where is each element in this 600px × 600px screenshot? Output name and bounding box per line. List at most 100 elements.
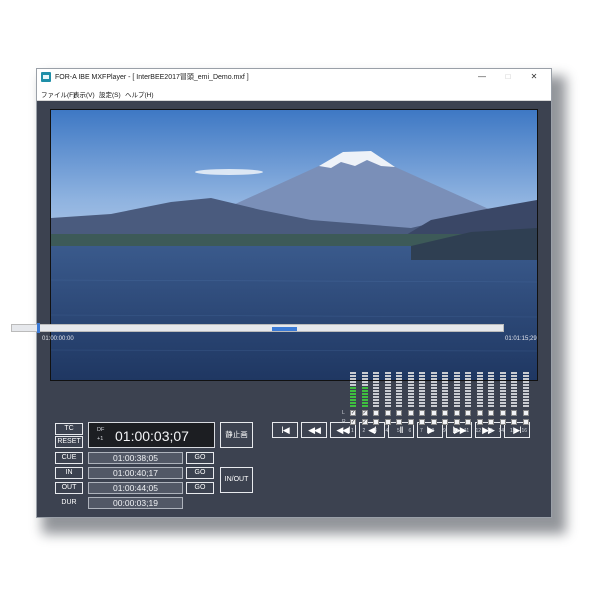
dur-label: DUR <box>61 499 77 506</box>
channel-14-r-checkbox[interactable] <box>499 419 506 425</box>
channel-12-r-checkbox[interactable] <box>476 419 483 425</box>
channel-10-l-checkbox[interactable] <box>453 410 460 416</box>
meter-segment <box>453 396 460 398</box>
meter-segment <box>373 378 379 380</box>
channel-11-r-checkbox[interactable] <box>465 419 471 425</box>
meter-segment <box>407 390 414 392</box>
out-field[interactable]: 01:00:44;05 <box>88 482 183 494</box>
meter-segment <box>396 387 402 389</box>
channel-10-r-checkbox[interactable] <box>453 419 460 425</box>
meter-segment <box>499 381 506 383</box>
meter-segment <box>511 396 517 398</box>
channel-9-r-checkbox[interactable] <box>442 419 448 425</box>
menu-file[interactable]: ファイル(F) <box>41 89 75 99</box>
channel-5-r-checkbox[interactable] <box>396 419 402 425</box>
maximize-button[interactable]: □ <box>501 71 515 83</box>
meter-segment <box>522 393 529 395</box>
channel-2-l-checkbox[interactable]: ✓ <box>361 410 368 416</box>
meter-segment <box>476 402 483 404</box>
channel-5-l-checkbox[interactable] <box>396 410 402 416</box>
cue-button[interactable]: CUE <box>55 452 83 464</box>
channel-1-l-checkbox[interactable]: ✓ <box>350 410 356 416</box>
meter-segment <box>465 399 471 401</box>
channel-6-l-checkbox[interactable] <box>407 410 414 416</box>
channel-14-l-checkbox[interactable] <box>499 410 506 416</box>
meter-segment <box>373 405 379 407</box>
channel-1-r-checkbox[interactable]: ✓ <box>350 419 356 425</box>
seek-playhead[interactable] <box>37 323 40 333</box>
window-title: FOR-A IBE MXFPlayer - [ InterBEE2017冒頭_e… <box>55 74 249 81</box>
meter-segment <box>511 384 517 386</box>
channel-15-l-checkbox[interactable] <box>511 410 517 416</box>
channel-3-r-checkbox[interactable] <box>373 419 379 425</box>
channel-number: 16 <box>521 428 528 434</box>
seek-bar[interactable] <box>11 323 504 333</box>
meter-segment <box>396 375 402 377</box>
title-bar[interactable]: FOR-A IBE MXFPlayer - [ InterBEE2017冒頭_e… <box>37 69 551 86</box>
in-field[interactable]: 01:00:40;17 <box>88 467 183 479</box>
out-go-button[interactable]: GO <box>186 482 214 494</box>
meter-segment <box>488 381 494 383</box>
channel-12-l-checkbox[interactable] <box>476 410 483 416</box>
channel-15-r-checkbox[interactable] <box>511 419 517 425</box>
audio-meter: ✓ ✓ 1 ✓ ✓ 2 3 4 5 6 7 8 9 10 11 12 13 14 15 16 L R <box>342 372 530 442</box>
meter-segment <box>476 384 483 386</box>
meter-segment <box>488 399 494 401</box>
menu-view[interactable]: 表示(V) <box>73 89 95 99</box>
fast-rewind-button[interactable]: ◀◀ <box>301 422 327 438</box>
meter-segment <box>384 381 391 383</box>
meter-segment <box>361 387 368 389</box>
inout-button[interactable]: IN/OUT <box>220 467 253 493</box>
meter-segment <box>384 399 391 401</box>
menu-help[interactable]: ヘルプ(H) <box>125 89 154 99</box>
meter-segment <box>373 399 379 401</box>
menu-bar: ファイル(F) 表示(V) 設定(S) ヘルプ(H) <box>37 86 551 101</box>
channel-4-l-checkbox[interactable] <box>384 410 391 416</box>
channel-7-r-checkbox[interactable] <box>419 419 425 425</box>
meter-segment <box>465 378 471 380</box>
meter-segment <box>430 372 437 374</box>
channel-2-r-checkbox[interactable]: ✓ <box>361 419 368 425</box>
cue-field[interactable]: 01:00:38;05 <box>88 452 183 464</box>
channel-13-l-checkbox[interactable] <box>488 410 494 416</box>
meter-segment <box>350 405 356 407</box>
meter-segment <box>396 384 402 386</box>
still-image-button[interactable]: 静止画 <box>220 422 253 448</box>
meter-segment <box>511 381 517 383</box>
minimize-button[interactable]: — <box>475 71 489 83</box>
meter-segment <box>465 387 471 389</box>
meter-segment <box>407 399 414 401</box>
meter-segment <box>522 384 529 386</box>
meter-segment <box>488 375 494 377</box>
tc-button[interactable]: TC <box>55 423 83 435</box>
close-button[interactable]: ✕ <box>527 71 541 83</box>
meter-segment <box>350 387 356 389</box>
channel-9-l-checkbox[interactable] <box>442 410 448 416</box>
reset-button[interactable]: RESET <box>55 436 83 448</box>
meter-segment <box>499 390 506 392</box>
channel-7-l-checkbox[interactable] <box>419 410 425 416</box>
meter-segment <box>384 375 391 377</box>
channel-16-l-checkbox[interactable] <box>522 410 529 416</box>
channel-6-r-checkbox[interactable] <box>407 419 414 425</box>
video-display[interactable] <box>50 109 538 381</box>
meter-segment <box>465 384 471 386</box>
meter-segment <box>522 381 529 383</box>
channel-4-r-checkbox[interactable] <box>384 419 391 425</box>
cue-go-button[interactable]: GO <box>186 452 214 464</box>
menu-settings[interactable]: 設定(S) <box>99 89 121 99</box>
channel-8-r-checkbox[interactable] <box>430 419 437 425</box>
meter-segment <box>419 393 425 395</box>
meter-segment <box>407 381 414 383</box>
channel-11-l-checkbox[interactable] <box>465 410 471 416</box>
in-button[interactable]: IN <box>55 467 83 479</box>
channel-16-r-checkbox[interactable] <box>522 419 529 425</box>
channel-number: 5 <box>397 428 400 434</box>
meter-segment <box>488 402 494 404</box>
channel-13-r-checkbox[interactable] <box>488 419 494 425</box>
channel-8-l-checkbox[interactable] <box>430 410 437 416</box>
go-to-start-button[interactable]: I◀ <box>272 422 298 438</box>
channel-3-l-checkbox[interactable] <box>373 410 379 416</box>
out-button[interactable]: OUT <box>55 482 83 494</box>
in-go-button[interactable]: GO <box>186 467 214 479</box>
